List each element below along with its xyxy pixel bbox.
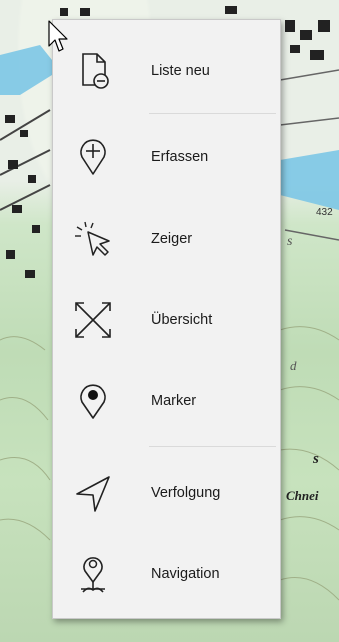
menu-item-navigation[interactable]: Navigation	[53, 539, 280, 609]
menu-item-erfassen[interactable]: Erfassen	[53, 122, 280, 192]
map-label-chnei: Chnei	[286, 488, 319, 503]
map-label-s-2: s	[287, 234, 293, 249]
map-label-s: s	[312, 451, 319, 467]
pointer-icon	[71, 217, 115, 261]
menu-item-label: Liste neu	[151, 63, 210, 79]
navigation-pin-icon	[71, 552, 115, 596]
menu-item-liste-neu[interactable]: Liste neu	[53, 36, 280, 106]
mouse-cursor-icon	[48, 20, 70, 59]
separator	[149, 113, 276, 114]
menu-item-verfolgung[interactable]: Verfolgung	[53, 458, 280, 528]
marker-icon	[71, 379, 115, 423]
overview-icon	[71, 298, 115, 342]
separator	[149, 446, 276, 447]
menu-item-uebersicht[interactable]: Übersicht	[53, 285, 280, 355]
menu-item-label: Verfolgung	[151, 485, 221, 501]
list-new-icon	[71, 49, 115, 93]
map-label-d: d	[290, 358, 297, 373]
menu-item-zeiger[interactable]: Zeiger	[53, 204, 280, 274]
menu-item-label: Navigation	[151, 566, 220, 582]
menu-item-label: Marker	[151, 393, 197, 409]
menu-item-label: Zeiger	[151, 231, 193, 247]
menu-item-label: Übersicht	[151, 312, 213, 328]
map-elevation-label: 432	[316, 207, 333, 218]
menu-item-marker[interactable]: Marker	[53, 366, 280, 436]
navigation-arrow-icon	[71, 471, 115, 515]
pin-add-icon	[71, 135, 115, 179]
menu-item-label: Erfassen	[151, 149, 209, 165]
context-menu: Liste neu Erfassen Zeiger Übersicht Mark…	[52, 19, 281, 619]
